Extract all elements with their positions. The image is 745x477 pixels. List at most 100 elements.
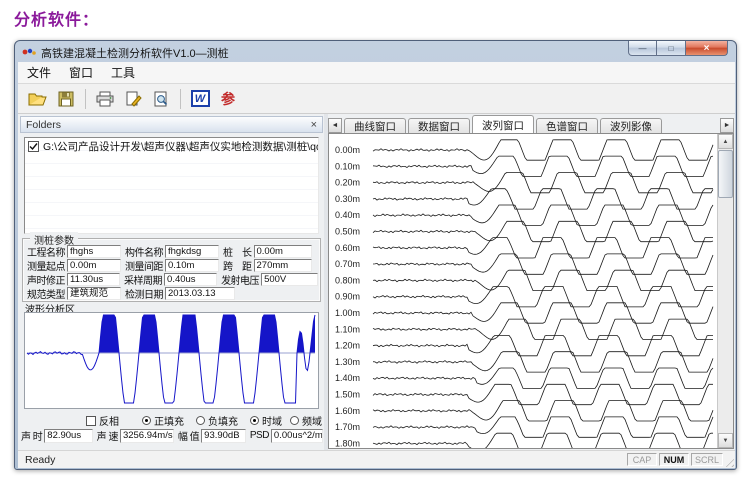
tab-spectrum-window[interactable]: 色谱窗口 [536, 118, 598, 133]
parameters-button[interactable]: 参 [214, 86, 242, 111]
print-preview-button[interactable] [147, 86, 175, 111]
status-text: Ready [25, 454, 55, 466]
maximize-icon: □ [669, 44, 674, 53]
amplitude-field[interactable]: 93.90dB [201, 429, 246, 443]
psd-field[interactable]: 0.00us^2/m [271, 429, 323, 443]
sound-time-label: 声 时 [21, 428, 42, 443]
scroll-indicator: SCRL [691, 453, 723, 466]
analysis-wave-svg [25, 313, 318, 408]
svg-text:0.60m: 0.60m [335, 243, 360, 253]
field-label: 跨 距 [223, 258, 252, 273]
analysis-wave-box[interactable] [24, 312, 319, 409]
client-area: Folders × G:\公司产品设计开发\超声仪器\超声仪实地检测数据\测桩\… [18, 114, 735, 450]
panel-close-icon: × [311, 119, 317, 131]
svg-text:0.70m: 0.70m [335, 259, 360, 269]
psd-label: PSD [250, 430, 269, 441]
print-setup-button[interactable] [119, 86, 147, 111]
sound-time-field[interactable]: 82.90us [44, 429, 92, 443]
close-button[interactable]: × [685, 41, 728, 56]
page-tool-icon [124, 91, 142, 107]
field-label: 桩 长 [223, 244, 252, 259]
svg-text:0.90m: 0.90m [335, 292, 360, 302]
freq-domain-radio[interactable]: 频域 [290, 413, 322, 428]
span-field[interactable]: 270mm [254, 259, 312, 272]
tab-scroll-right-button[interactable]: ► [720, 118, 734, 133]
menu-window[interactable]: 窗口 [60, 62, 102, 83]
svg-text:1.60m: 1.60m [335, 406, 360, 416]
tab-curve-window[interactable]: 曲线窗口 [344, 118, 406, 133]
measure-start-field[interactable]: 0.00m [67, 259, 121, 272]
radio-selected-icon [250, 416, 259, 425]
scroll-up-button[interactable]: ▲ [718, 134, 733, 149]
minimize-icon: — [639, 44, 647, 53]
up-arrow-icon: ▲ [723, 139, 729, 145]
menu-tools[interactable]: 工具 [102, 62, 144, 83]
save-floppy-icon [58, 91, 74, 107]
component-name-field[interactable]: fhgkdsg [165, 245, 219, 258]
window-title: 高铁建混凝土检测分析软件V1.0—测桩 [41, 45, 229, 61]
radio-icon [196, 416, 205, 425]
folder-list-item[interactable]: G:\公司产品设计开发\超声仪器\超声仪实地检测数据\测桩\qd\qd03\qd… [25, 138, 318, 155]
wave-traces-area[interactable]: 0.00m0.10m0.20m0.30m0.40m0.50m0.60m0.70m… [328, 133, 734, 449]
folders-close-button[interactable]: × [311, 120, 317, 130]
invert-label: 反相 [99, 413, 119, 428]
pile-length-field[interactable]: 0.00m [254, 245, 312, 258]
standard-type-field[interactable]: 建筑规范 [67, 287, 121, 300]
svg-text:0.20m: 0.20m [335, 178, 360, 188]
fill-negative-radio[interactable]: 负填充 [196, 413, 238, 428]
freq-domain-label: 频域 [302, 413, 322, 428]
tab-scroll-left-button[interactable]: ◄ [328, 118, 342, 133]
save-button[interactable] [52, 86, 80, 111]
svg-text:1.40m: 1.40m [335, 373, 360, 383]
app-icon [22, 45, 36, 58]
status-indicators: CAP NUM SCRL [627, 453, 723, 466]
project-name-field[interactable]: fhghs [67, 245, 121, 258]
vertical-scrollbar[interactable]: ▲ ▼ [717, 134, 733, 448]
wave-traces-svg: 0.00m0.10m0.20m0.30m0.40m0.50m0.60m0.70m… [329, 134, 717, 448]
svg-text:1.30m: 1.30m [335, 357, 360, 367]
svg-text:1.10m: 1.10m [335, 324, 360, 334]
field-label: 测量起点 [27, 258, 65, 273]
folders-list[interactable]: G:\公司产品设计开发\超声仪器\超声仪实地检测数据\测桩\qd\qd03\qd… [24, 137, 319, 234]
svg-text:0.50m: 0.50m [335, 227, 360, 237]
preview-magnifier-icon [152, 91, 170, 107]
print-button[interactable] [91, 86, 119, 111]
window-titlebar[interactable]: 高铁建混凝土检测分析软件V1.0—测桩 — □ × [15, 41, 736, 62]
test-date-field[interactable]: 2013.03.13 [165, 287, 235, 300]
tab-wave-image[interactable]: 波列影像 [600, 118, 662, 133]
sample-period-field[interactable]: 0.40us [164, 273, 217, 286]
sound-speed-field[interactable]: 3256.94m/s [120, 429, 174, 443]
measure-interval-field[interactable]: 0.10m [165, 259, 219, 272]
maximize-button[interactable]: □ [657, 41, 685, 56]
scrollbar-thumb[interactable] [718, 150, 733, 198]
invert-checkbox[interactable]: 反相 [86, 413, 119, 428]
tab-data-window[interactable]: 数据窗口 [408, 118, 470, 133]
minimize-button[interactable]: — [628, 41, 657, 56]
menu-file[interactable]: 文件 [18, 62, 60, 83]
status-bar: Ready CAP NUM SCRL [18, 450, 735, 468]
svg-text:0.40m: 0.40m [335, 210, 360, 220]
sound-speed-label: 声 速 [97, 428, 118, 443]
folders-panel-header[interactable]: Folders × [20, 116, 323, 133]
field-label: 构件名称 [125, 244, 163, 259]
resize-grip[interactable] [722, 455, 734, 467]
tab-wave-train-window[interactable]: 波列窗口 [472, 115, 534, 133]
svg-text:1.80m: 1.80m [335, 438, 360, 448]
open-file-button[interactable] [24, 86, 52, 111]
time-domain-radio[interactable]: 时域 [250, 413, 282, 428]
page-title: 分析软件： [14, 6, 99, 30]
fill-positive-label: 正填充 [154, 413, 184, 428]
toolbar-separator [180, 89, 181, 109]
fill-positive-radio[interactable]: 正填充 [142, 413, 184, 428]
pile-params-group: 测桩参数 工程名称fhghs 构件名称fhgkdsg 桩 长0.00m 测量起点… [22, 238, 321, 302]
menu-bar: 文件 窗口 工具 [18, 62, 735, 84]
folder-checkbox-checked-icon[interactable] [28, 141, 39, 152]
wave-train-panel: ◄ 曲线窗口 数据窗口 波列窗口 色谱窗口 波列影像 ► 0.00m0.10m0… [328, 115, 734, 449]
scroll-down-button[interactable]: ▼ [718, 433, 733, 448]
voltage-field[interactable]: 500V [261, 273, 318, 286]
app-window: 高铁建混凝土检测分析软件V1.0—测桩 — □ × 文件 窗口 工具 [14, 40, 737, 470]
time-correction-field[interactable]: 11.30us [67, 273, 120, 286]
word-icon: W [191, 90, 210, 107]
export-word-button[interactable]: W [186, 86, 214, 111]
svg-text:0.80m: 0.80m [335, 275, 360, 285]
